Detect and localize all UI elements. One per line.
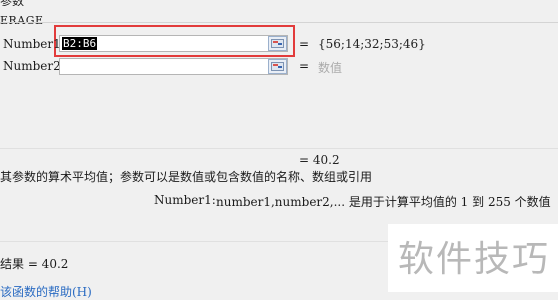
function-description: 其参数的算术平均值；参数可以是数值或包含数值的名称、数组或引用	[0, 170, 373, 184]
number1-input[interactable]: B2:B6	[59, 35, 288, 52]
number1-input-value: B2:B6	[62, 37, 98, 50]
divider	[0, 148, 558, 149]
function-group-title: ERAGE	[0, 14, 44, 27]
number2-label: Number2	[3, 59, 61, 73]
number2-input[interactable]	[59, 58, 288, 75]
dialog-title: 参数	[0, 0, 24, 6]
number1-result: {56;14;32;53;46}	[318, 37, 426, 51]
arg-help-name: Number1:	[154, 193, 216, 207]
number1-collapse-button[interactable]	[268, 36, 287, 51]
number1-label: Number1	[3, 37, 61, 51]
calc-result: 结果 = 40.2	[0, 257, 69, 271]
watermark-text: 软件技巧	[398, 239, 551, 280]
group-divider	[0, 22, 558, 23]
number2-equals: =	[299, 59, 310, 73]
number2-result: 数值	[318, 61, 343, 75]
arg-help-text: number1,number2,... 是用于计算平均值的 1 到 255 个数…	[216, 195, 551, 209]
watermark-panel: 软件技巧	[388, 224, 558, 292]
formula-result-preview: = 40.2	[299, 153, 340, 167]
dialog-title-strip: 参数	[0, 0, 558, 6]
number2-collapse-button[interactable]	[268, 59, 287, 74]
number1-equals: =	[299, 37, 310, 51]
